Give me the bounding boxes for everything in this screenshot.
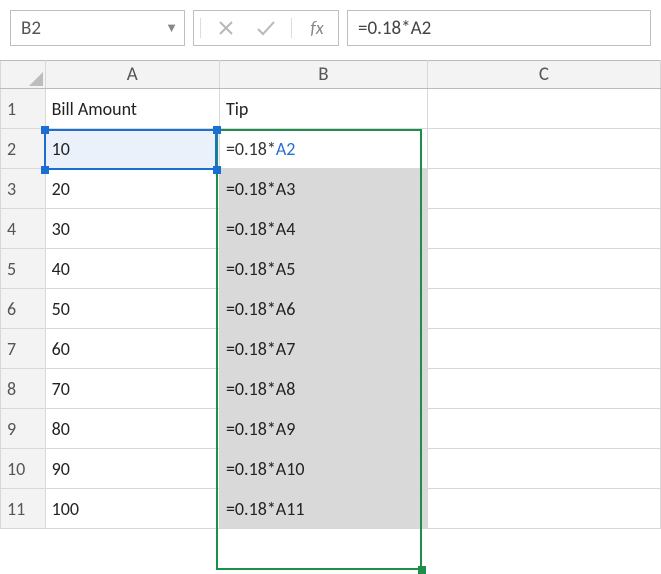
cell-C8[interactable] — [427, 369, 660, 409]
cell-A8[interactable]: 70 — [45, 369, 219, 409]
cell-B3[interactable]: =0.18*A3 — [219, 169, 427, 209]
cell-C1[interactable] — [427, 89, 660, 129]
col-header-B[interactable]: B — [219, 61, 427, 89]
cell-A5[interactable]: 40 — [45, 249, 219, 289]
row-header[interactable]: 11 — [1, 489, 46, 529]
row-header[interactable]: 10 — [1, 449, 46, 489]
cell-A10[interactable]: 90 — [45, 449, 219, 489]
cell-A7[interactable]: 60 — [45, 329, 219, 369]
cell-A9[interactable]: 80 — [45, 409, 219, 449]
select-all-corner[interactable] — [1, 61, 46, 89]
row-header[interactable]: 1 — [1, 89, 46, 129]
cell-B6[interactable]: =0.18*A6 — [219, 289, 427, 329]
formula-prefix: =0.18* — [226, 138, 276, 160]
cell-B1[interactable]: Tip — [219, 89, 427, 129]
cell-B8[interactable]: =0.18*A8 — [219, 369, 427, 409]
cell-B5[interactable]: =0.18*A5 — [219, 249, 427, 289]
formula-input-value: =0.18*A2 — [358, 17, 431, 40]
enter-icon[interactable] — [251, 14, 281, 42]
spreadsheet-grid: A B C 1 Bill Amount Tip 2 10 =0.18*A2 — [0, 60, 661, 529]
fill-handle-icon[interactable] — [418, 566, 426, 574]
cell-C4[interactable] — [427, 209, 660, 249]
cancel-icon[interactable] — [211, 14, 241, 42]
cell-B2[interactable]: =0.18*A2 — [219, 129, 427, 169]
cell-C3[interactable] — [427, 169, 660, 209]
cell-C7[interactable] — [427, 329, 660, 369]
formula-input[interactable]: =0.18*A2 — [347, 10, 651, 46]
cell-B10[interactable]: =0.18*A10 — [219, 449, 427, 489]
row-header[interactable]: 3 — [1, 169, 46, 209]
cell-A1[interactable]: Bill Amount — [45, 89, 219, 129]
row-header[interactable]: 2 — [1, 129, 46, 169]
fx-icon: fx — [310, 17, 323, 39]
name-box-value: B2 — [21, 17, 41, 40]
row-header[interactable]: 9 — [1, 409, 46, 449]
cell-C11[interactable] — [427, 489, 660, 529]
row-header[interactable]: 4 — [1, 209, 46, 249]
chevron-down-icon: ▼ — [165, 20, 178, 36]
cell-A2[interactable]: 10 — [45, 129, 219, 169]
cell-B7[interactable]: =0.18*A7 — [219, 329, 427, 369]
insert-function-button[interactable]: fx — [302, 14, 332, 42]
cell-B11[interactable]: =0.18*A11 — [219, 489, 427, 529]
col-header-A[interactable]: A — [45, 61, 219, 89]
row-header[interactable]: 5 — [1, 249, 46, 289]
row-header[interactable]: 8 — [1, 369, 46, 409]
cell-C2[interactable] — [427, 129, 660, 169]
cell-C9[interactable] — [427, 409, 660, 449]
formula-bar-buttons: fx — [193, 10, 339, 46]
cell-B9[interactable]: =0.18*A9 — [219, 409, 427, 449]
row-header[interactable]: 7 — [1, 329, 46, 369]
cell-C10[interactable] — [427, 449, 660, 489]
cell-A4[interactable]: 30 — [45, 209, 219, 249]
sheet-table[interactable]: A B C 1 Bill Amount Tip 2 10 =0.18*A2 — [0, 60, 661, 529]
cell-A11[interactable]: 100 — [45, 489, 219, 529]
cell-C5[interactable] — [427, 249, 660, 289]
cell-B4[interactable]: =0.18*A4 — [219, 209, 427, 249]
cell-C6[interactable] — [427, 289, 660, 329]
divider — [291, 18, 292, 38]
cell-A3[interactable]: 20 — [45, 169, 219, 209]
name-box[interactable]: B2 ▼ — [10, 10, 185, 46]
formula-ref: A2 — [276, 138, 296, 160]
col-header-C[interactable]: C — [427, 61, 660, 89]
cell-A6[interactable]: 50 — [45, 289, 219, 329]
row-header[interactable]: 6 — [1, 289, 46, 329]
formula-bar: B2 ▼ fx =0.18*A2 — [0, 0, 661, 52]
divider — [200, 18, 201, 38]
